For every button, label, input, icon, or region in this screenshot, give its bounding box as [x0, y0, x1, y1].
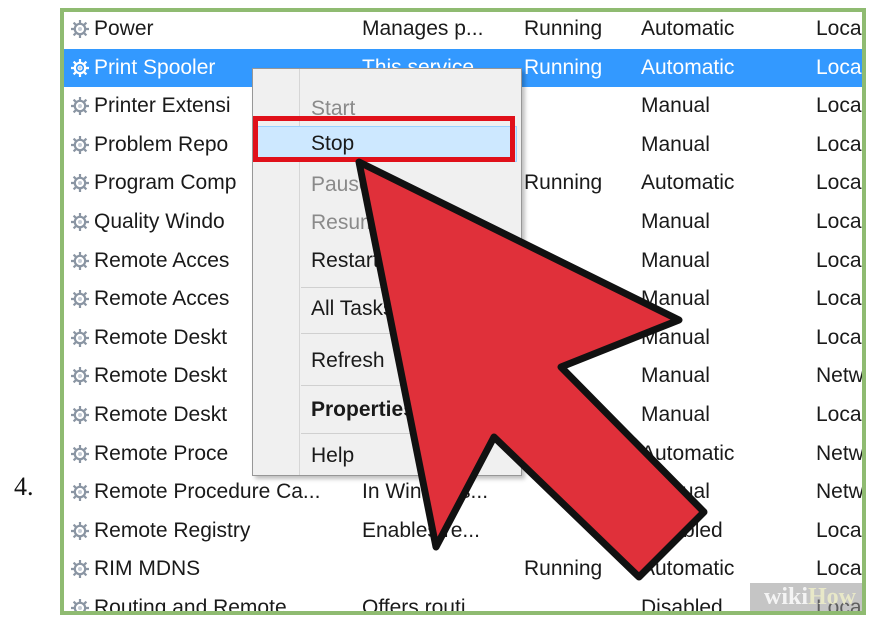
step-number: 4. [14, 472, 34, 501]
watermark-how: How [808, 584, 856, 610]
wikihow-watermark: wikiHow [749, 583, 862, 611]
watermark-wiki: wiki [763, 584, 808, 610]
services-list-panel: Power Manages p... Running Automatic Loca Pri… [60, 8, 866, 615]
pointer-arrow-icon [355, 158, 708, 581]
